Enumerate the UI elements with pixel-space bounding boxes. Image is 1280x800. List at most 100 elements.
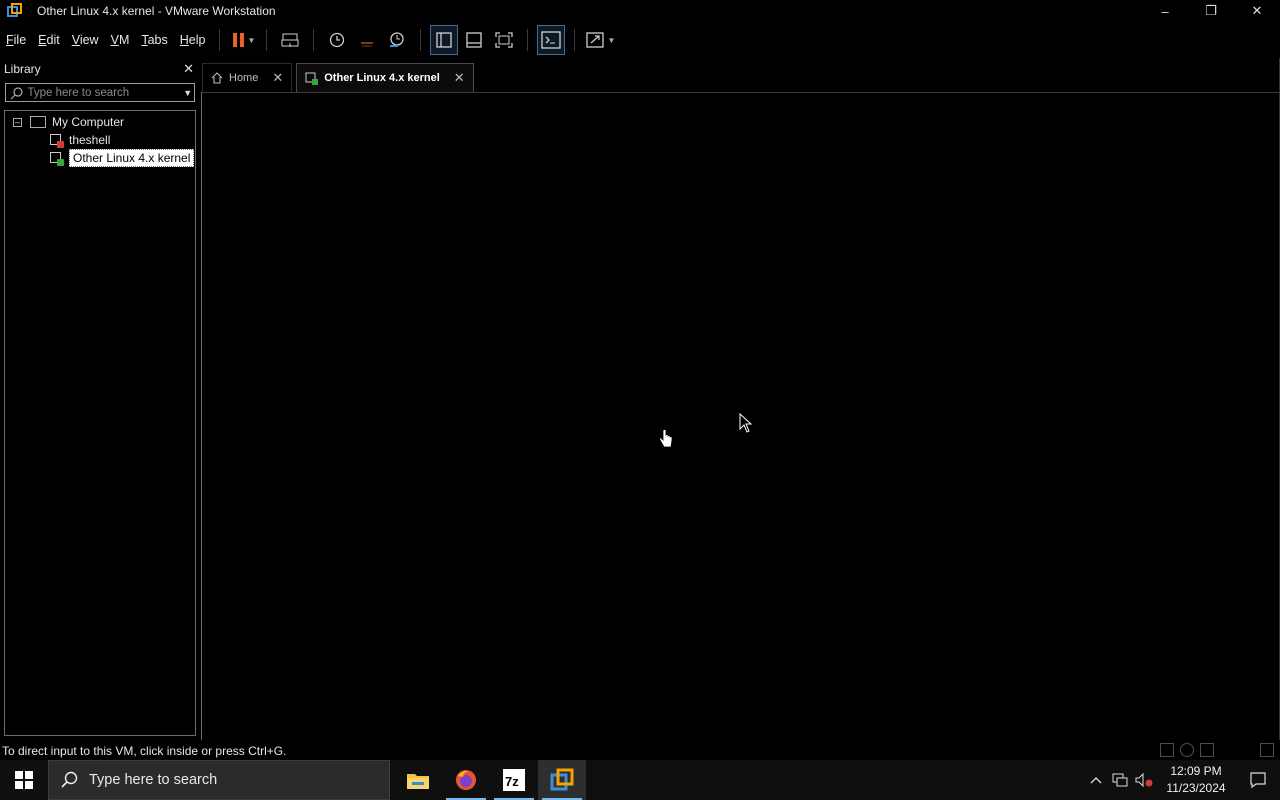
menu-vm[interactable]: VM bbox=[105, 24, 136, 56]
thumbnail-bar-icon bbox=[466, 32, 483, 48]
send-ctrl-alt-del-button[interactable] bbox=[277, 26, 303, 54]
message-log-icon[interactable] bbox=[1260, 743, 1274, 757]
taskbar-app-vmware[interactable] bbox=[538, 760, 586, 800]
menu-edit-label: dit bbox=[46, 33, 60, 47]
menu-vm-mnemonic: V bbox=[110, 33, 119, 47]
toolbar-separator bbox=[266, 29, 268, 51]
menu-toolbar: File Edit View VM Tabs Help ▼ ▼ bbox=[0, 24, 1280, 56]
show-thumbnail-bar-button[interactable] bbox=[461, 26, 487, 54]
tree-item-my-computer[interactable]: – My Computer bbox=[13, 113, 124, 131]
chevron-down-icon[interactable]: ▼ bbox=[181, 88, 194, 98]
close-tab-button[interactable]: ✕ bbox=[272, 70, 283, 86]
notification-icon bbox=[1250, 772, 1266, 789]
status-message: To direct input to this VM, click inside… bbox=[2, 743, 287, 758]
revert-icon bbox=[361, 42, 374, 47]
terminal-icon bbox=[541, 31, 562, 49]
restore-button[interactable]: ❐ bbox=[1188, 0, 1234, 22]
search-icon bbox=[49, 771, 89, 789]
tab-home[interactable]: Home ✕ bbox=[202, 63, 293, 92]
toolbar-separator bbox=[219, 29, 221, 51]
network-adapter-icon[interactable] bbox=[1200, 743, 1214, 757]
toolbar-separator bbox=[574, 29, 576, 51]
menu-vm-label: M bbox=[118, 33, 130, 47]
tab-label: Other Linux 4.x kernel bbox=[324, 72, 440, 84]
library-tree: – My Computer theshell Other Linux 4.x k… bbox=[4, 110, 196, 736]
menu-help-mnemonic: H bbox=[179, 33, 189, 47]
taskbar-search-placeholder: Type here to search bbox=[89, 772, 218, 788]
tree-item-label: My Computer bbox=[52, 115, 125, 129]
vmware-icon bbox=[550, 768, 574, 791]
taskbar-app-7zip[interactable]: 7z bbox=[490, 760, 538, 800]
window-controls: – ❐ ✕ bbox=[1142, 0, 1280, 22]
library-close-button[interactable]: ✕ bbox=[183, 61, 194, 77]
status-bar: To direct input to this VM, click inside… bbox=[0, 741, 1280, 760]
folder-icon bbox=[407, 774, 429, 789]
snapshot-manager-button[interactable] bbox=[384, 26, 410, 54]
tab-other-linux[interactable]: Other Linux 4.x kernel ✕ bbox=[296, 63, 474, 92]
clock-time: 12:09 PM bbox=[1170, 764, 1222, 778]
vm-console-area[interactable] bbox=[201, 92, 1280, 740]
pause-icon bbox=[232, 33, 244, 47]
menu-file-label: ile bbox=[13, 33, 27, 47]
clock-icon bbox=[330, 32, 345, 48]
close-window-button[interactable]: ✕ bbox=[1234, 0, 1280, 22]
menu-view[interactable]: View bbox=[66, 24, 105, 56]
home-icon bbox=[211, 72, 223, 84]
system-tray: 12:09 PM 11/23/2024 bbox=[1084, 760, 1280, 800]
menu-tabs[interactable]: Tabs bbox=[135, 24, 173, 56]
menu-edit-mnemonic: E bbox=[38, 33, 47, 47]
tab-label: Home bbox=[229, 72, 259, 84]
taskbar-app-file-explorer[interactable] bbox=[394, 760, 442, 800]
minimize-button[interactable]: – bbox=[1142, 0, 1188, 22]
toolbar-separator bbox=[420, 29, 422, 51]
tree-item-theshell[interactable]: theshell bbox=[49, 131, 110, 149]
network-icon[interactable] bbox=[1108, 760, 1132, 800]
chevron-down-icon[interactable]: ▼ bbox=[248, 36, 256, 45]
taskbar-clock[interactable]: 12:09 PM 11/23/2024 bbox=[1156, 763, 1236, 797]
stretch-guest-button[interactable]: ▼ bbox=[585, 26, 615, 54]
firefox-icon bbox=[456, 770, 476, 790]
vm-powered-off-icon bbox=[49, 133, 64, 148]
action-center-button[interactable] bbox=[1236, 760, 1280, 800]
taskbar-search[interactable]: Type here to search bbox=[48, 760, 390, 800]
keyboard-icon bbox=[281, 33, 299, 47]
windows-logo-icon bbox=[15, 771, 33, 789]
title-bar: Other Linux 4.x kernel - VMware Workstat… bbox=[0, 0, 1280, 22]
close-tab-button[interactable]: ✕ bbox=[454, 70, 465, 86]
take-snapshot-button[interactable] bbox=[324, 26, 350, 54]
menu-help-label: elp bbox=[188, 33, 206, 47]
chevron-down-icon[interactable]: ▼ bbox=[607, 36, 615, 45]
menu-help[interactable]: Help bbox=[174, 24, 212, 56]
clock-date: 11/23/2024 bbox=[1166, 781, 1226, 795]
revert-snapshot-button[interactable] bbox=[354, 26, 380, 54]
cd-dvd-icon[interactable] bbox=[1180, 743, 1194, 757]
hand-cursor-icon bbox=[659, 429, 673, 448]
usb-icon[interactable] bbox=[1220, 743, 1234, 757]
stretch-icon bbox=[586, 32, 605, 48]
taskbar-app-firefox[interactable] bbox=[442, 760, 490, 800]
collapse-icon[interactable]: – bbox=[13, 117, 22, 127]
7zip-icon: 7z bbox=[503, 769, 525, 791]
start-button[interactable] bbox=[0, 760, 48, 800]
library-panel-icon bbox=[436, 32, 453, 48]
sound-card-icon[interactable] bbox=[1240, 743, 1254, 757]
console-view-button[interactable] bbox=[537, 25, 566, 55]
volume-muted-icon[interactable] bbox=[1132, 760, 1156, 800]
full-screen-button[interactable] bbox=[491, 26, 517, 54]
library-search[interactable]: ▼ bbox=[5, 83, 195, 102]
vm-running-icon bbox=[49, 151, 64, 166]
windows-taskbar: Type here to search 7z 12:09 PM 11/23/20… bbox=[0, 760, 1280, 800]
menu-file[interactable]: File bbox=[0, 24, 32, 56]
menu-file-mnemonic: F bbox=[6, 33, 14, 47]
show-library-button[interactable] bbox=[430, 25, 459, 55]
menu-edit[interactable]: Edit bbox=[32, 24, 66, 56]
chevron-up-icon[interactable] bbox=[1084, 760, 1108, 800]
suspend-button[interactable]: ▼ bbox=[230, 26, 256, 54]
snapshot-manager-icon bbox=[390, 32, 405, 47]
library-search-input[interactable] bbox=[27, 86, 182, 99]
tree-item-label: theshell bbox=[69, 133, 111, 147]
tree-item-other-linux[interactable]: Other Linux 4.x kernel bbox=[49, 149, 195, 167]
hard-disk-icon[interactable] bbox=[1160, 743, 1174, 757]
search-icon bbox=[6, 84, 27, 101]
library-panel: Library ✕ ▼ – My Computer theshell Other… bbox=[0, 58, 200, 740]
